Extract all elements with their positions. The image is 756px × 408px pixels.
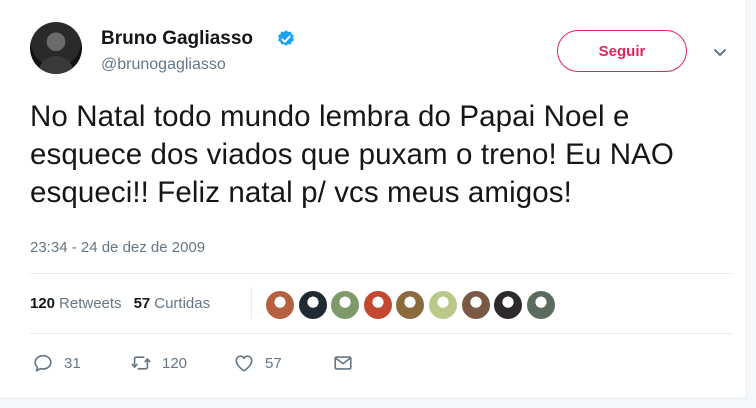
tweet-timestamp[interactable]: 23:34 - 24 de dez de 2009	[30, 239, 205, 256]
liker-avatar[interactable]	[395, 290, 426, 320]
liker-avatar[interactable]	[427, 290, 458, 320]
tweet-stats: 120 Retweets 57 Curtidas	[30, 295, 222, 312]
reply-action[interactable]: 31	[32, 352, 81, 374]
stats-separator	[251, 287, 252, 319]
liker-avatar[interactable]	[493, 290, 524, 320]
liker-avatars	[265, 290, 558, 320]
liker-avatar[interactable]	[330, 290, 361, 320]
divider-top	[30, 273, 732, 274]
like-action[interactable]: 57	[233, 352, 282, 374]
retweet-action[interactable]: 120	[130, 352, 187, 374]
verified-badge-icon	[278, 30, 294, 46]
chevron-down-icon[interactable]	[708, 40, 732, 64]
avatar[interactable]	[30, 22, 82, 74]
liker-avatar[interactable]	[297, 290, 328, 320]
retweet-count: 120	[162, 354, 188, 372]
retweets-stat[interactable]: 120 Retweets	[30, 295, 122, 312]
follow-button[interactable]: Seguir	[557, 30, 687, 72]
reply-count: 31	[64, 354, 81, 372]
liker-avatar[interactable]	[460, 290, 491, 320]
like-count: 57	[265, 354, 282, 372]
direct-message-action[interactable]	[332, 352, 364, 374]
reply-icon	[34, 354, 52, 372]
liker-avatar[interactable]	[362, 290, 393, 320]
retweet-icon	[131, 356, 151, 370]
tweet-card: Bruno Gagliasso @brunogagliasso Seguir N…	[0, 0, 747, 399]
author-name[interactable]: Bruno Gagliasso	[101, 28, 253, 50]
envelope-icon	[334, 356, 352, 370]
author-handle[interactable]: @brunogagliasso	[101, 56, 226, 74]
liker-avatar[interactable]	[525, 290, 556, 320]
tweet-text: No Natal todo mundo lembra do Papai Noel…	[30, 100, 674, 209]
liker-avatar[interactable]	[265, 290, 295, 320]
likes-stat[interactable]: 57 Curtidas	[134, 295, 211, 312]
likes-label: Curtidas	[154, 295, 211, 312]
heart-icon	[235, 355, 253, 372]
likes-count: 57	[133, 295, 151, 312]
divider-bottom	[30, 333, 732, 334]
retweets-label: Retweets	[59, 295, 122, 312]
retweets-count: 120	[30, 295, 56, 312]
